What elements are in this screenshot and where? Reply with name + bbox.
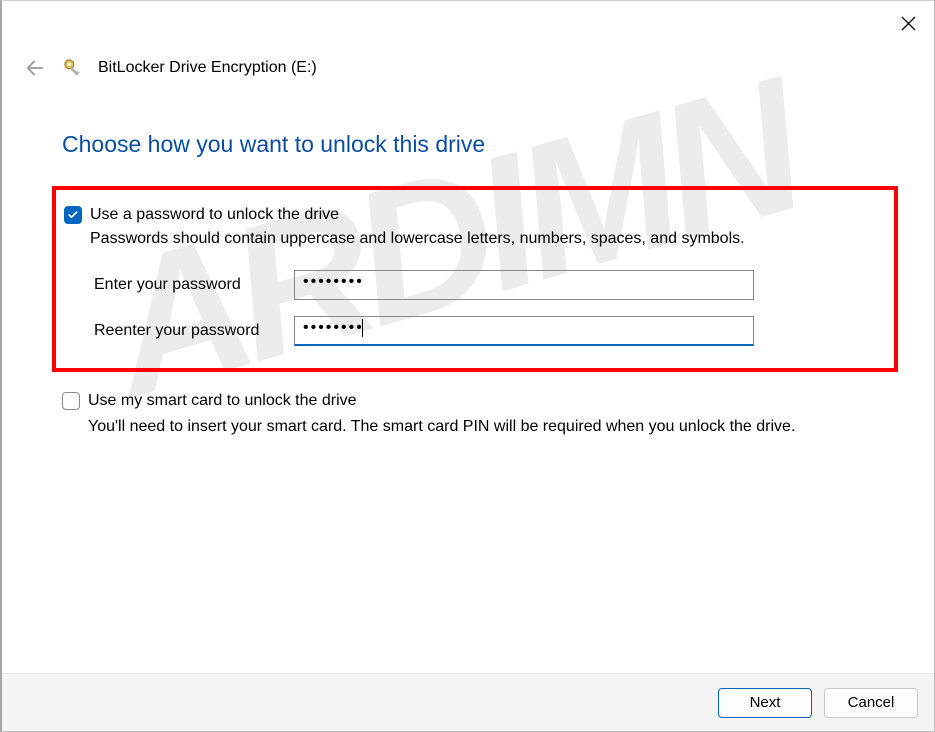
bitlocker-wizard-window: ARDIMN BitLocker Drive Encryption (E:) C… xyxy=(0,0,935,732)
password-hint: Passwords should contain uppercase and l… xyxy=(90,230,882,248)
password-option-highlight: Use a password to unlock the drive Passw… xyxy=(52,186,898,372)
enter-password-input[interactable]: •••••••• xyxy=(294,270,754,300)
wizard-footer: Next Cancel xyxy=(2,673,934,731)
password-checkbox[interactable] xyxy=(64,206,82,224)
close-icon xyxy=(901,16,916,31)
reenter-password-value: •••••••• xyxy=(303,319,364,336)
smartcard-checkbox[interactable] xyxy=(62,392,80,410)
next-button[interactable]: Next xyxy=(718,688,812,718)
cancel-button[interactable]: Cancel xyxy=(824,688,918,718)
smartcard-option-label: Use my smart card to unlock the drive xyxy=(88,392,357,410)
reenter-password-label: Reenter your password xyxy=(94,322,294,340)
page-heading: Choose how you want to unlock this drive xyxy=(62,131,894,158)
bitlocker-key-icon xyxy=(62,57,84,79)
enter-password-value: •••••••• xyxy=(303,273,364,290)
password-option-label: Use a password to unlock the drive xyxy=(90,206,339,224)
back-button[interactable] xyxy=(22,55,48,81)
smartcard-option-row: Use my smart card to unlock the drive xyxy=(62,392,894,410)
cancel-button-label: Cancel xyxy=(848,694,895,711)
reenter-password-row: Reenter your password •••••••• xyxy=(94,316,882,346)
window-title: BitLocker Drive Encryption (E:) xyxy=(98,59,317,77)
password-option-row: Use a password to unlock the drive xyxy=(64,206,882,224)
enter-password-label: Enter your password xyxy=(94,276,294,294)
wizard-content: Choose how you want to unlock this drive… xyxy=(62,131,894,436)
wizard-header: BitLocker Drive Encryption (E:) xyxy=(22,55,317,81)
back-arrow-icon xyxy=(24,57,46,79)
text-caret xyxy=(362,319,363,337)
checkmark-icon xyxy=(67,209,79,221)
enter-password-row: Enter your password •••••••• xyxy=(94,270,882,300)
next-button-label: Next xyxy=(750,694,781,711)
smartcard-option-block: Use my smart card to unlock the drive Yo… xyxy=(62,392,894,436)
close-button[interactable] xyxy=(896,11,920,35)
smartcard-hint: You'll need to insert your smart card. T… xyxy=(88,418,894,436)
reenter-password-input[interactable]: •••••••• xyxy=(294,316,754,346)
